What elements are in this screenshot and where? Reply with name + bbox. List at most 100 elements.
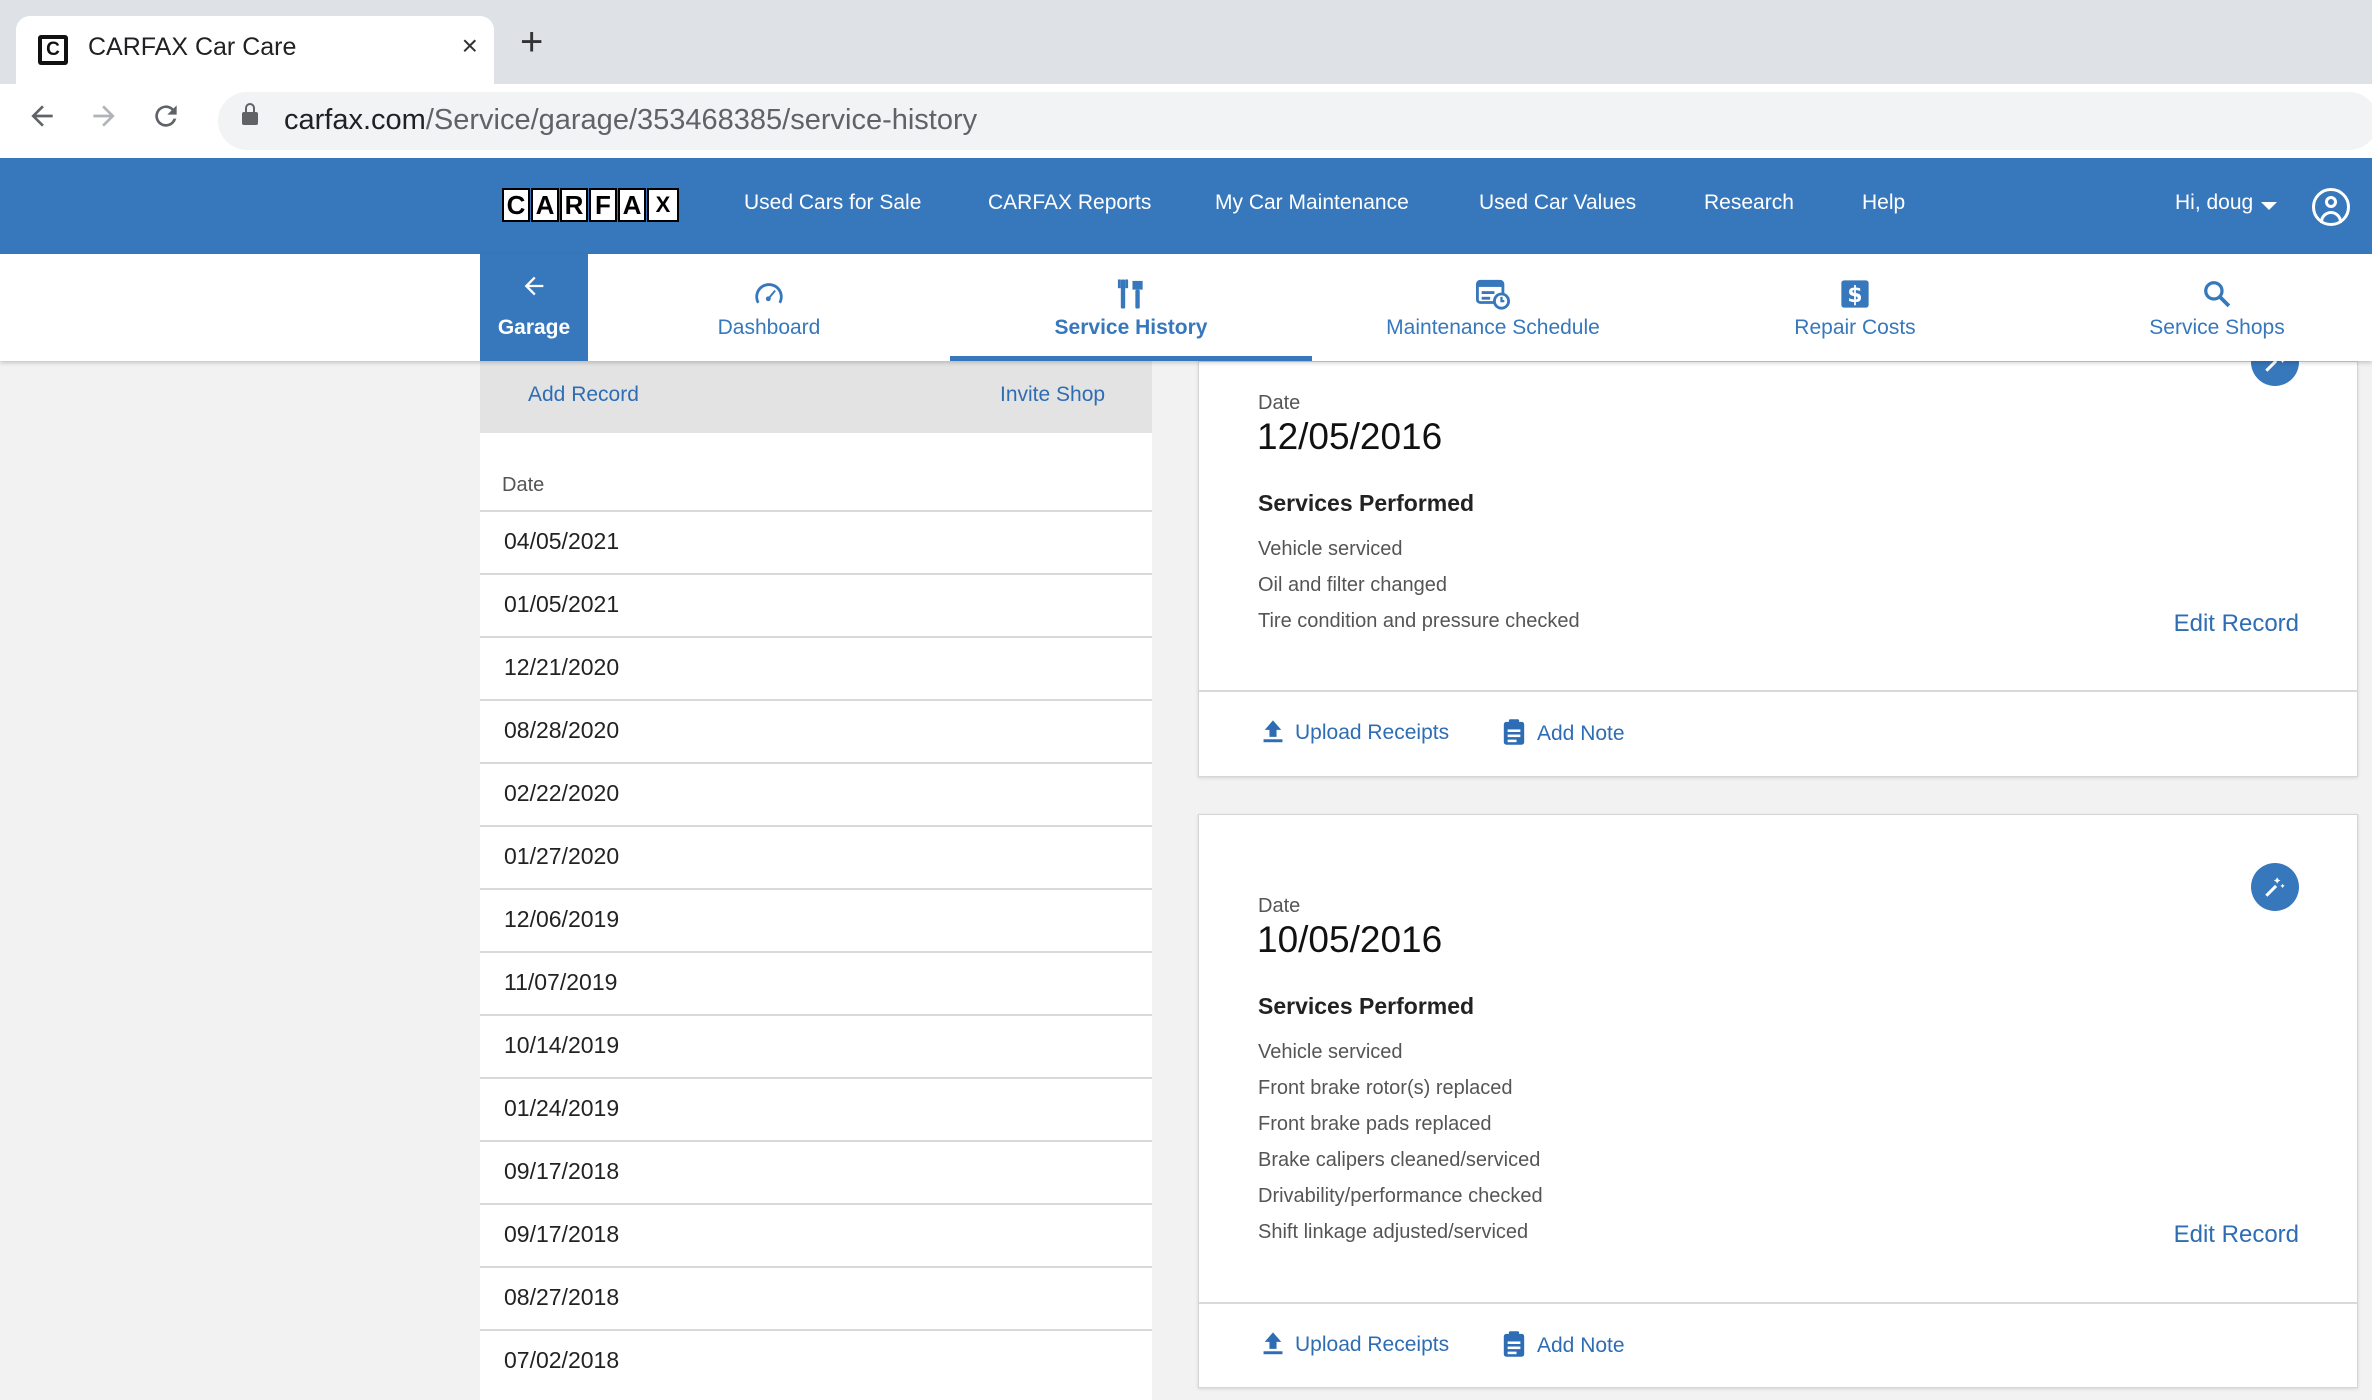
date-list-item[interactable]: 09/17/2018 <box>480 1203 1152 1266</box>
date-list-item-text: 04/05/2021 <box>504 528 620 554</box>
tab-title: CARFAX Car Care <box>88 33 297 61</box>
upload-icon <box>1263 1332 1283 1355</box>
new-tab-button[interactable]: + <box>520 22 543 62</box>
service-item: Front brake rotor(s) replaced <box>1258 1077 1513 1099</box>
services-performed-title: Services Performed <box>1258 490 1475 516</box>
date-label: Date <box>1258 392 1301 414</box>
tab-dashboard[interactable]: Dashboard <box>588 254 950 361</box>
service-item: Vehicle serviced <box>1258 1041 1403 1063</box>
clipboard-icon <box>1503 719 1525 745</box>
add-note-label: Add Note <box>1537 722 1625 745</box>
service-item: Oil and filter changed <box>1258 574 1448 596</box>
date-label: Date <box>1258 895 1301 917</box>
invite-shop-link[interactable]: Invite Shop <box>1000 383 1105 407</box>
tab-service-shops[interactable]: Service Shops <box>2036 254 2372 361</box>
dollar-icon: $ <box>1674 276 2036 312</box>
date-list-item-text: 01/24/2019 <box>504 1095 620 1121</box>
date-list-item[interactable]: 12/21/2020 <box>480 636 1152 699</box>
date-list-item[interactable]: 07/02/2018 <box>480 1329 1152 1392</box>
date-list-item[interactable]: 01/05/2021 <box>480 573 1152 636</box>
date-list-item[interactable]: 08/27/2018 <box>480 1266 1152 1329</box>
tab-maintenance-schedule-label: Maintenance Schedule <box>1386 316 1600 339</box>
tab-service-history-label: Service History <box>1054 316 1208 339</box>
date-list-item-text: 08/27/2018 <box>504 1284 620 1310</box>
lock-icon <box>242 103 258 125</box>
date-list-item[interactable]: 09/17/2018 <box>480 1140 1152 1203</box>
garage-label: Garage <box>497 316 571 339</box>
record-actions-bar: Add Record Invite Shop <box>480 361 1152 433</box>
edit-record-link[interactable]: Edit Record <box>2174 1221 2299 1249</box>
speedometer-icon <box>588 276 950 312</box>
date-list-item[interactable]: 04/05/2021 <box>480 510 1152 573</box>
tab-maintenance-schedule[interactable]: Maintenance Schedule <box>1312 254 1674 361</box>
back-icon[interactable] <box>26 100 58 140</box>
date-list-item-text: 09/17/2018 <box>504 1158 620 1184</box>
date-list-item[interactable]: 01/27/2020 <box>480 825 1152 888</box>
user-menu[interactable]: Hi, doug <box>2175 191 2253 215</box>
browser-toolbar: carfax.com/Service/garage/353468385/serv… <box>0 84 2372 158</box>
upload-receipts-button[interactable]: Upload Receipts <box>1261 718 1449 745</box>
reload-icon[interactable] <box>150 100 182 140</box>
date-list-item[interactable]: 02/22/2020 <box>480 762 1152 825</box>
record-date: 10/05/2016 <box>1257 919 1443 960</box>
date-list-item[interactable]: 10/14/2019 <box>480 1014 1152 1077</box>
service-record-list: Add Record Invite Shop Date 04/05/2021 01… <box>480 361 1152 1400</box>
nav-help[interactable]: Help <box>1862 191 1905 215</box>
service-item: Drivability/performance checked <box>1258 1185 1543 1207</box>
add-note-button[interactable]: Add Note <box>1501 718 1625 746</box>
date-list-item-text: 10/14/2019 <box>504 1032 620 1058</box>
card-divider <box>1199 1302 2357 1304</box>
tab-repair-costs-label: Repair Costs <box>1794 316 1916 339</box>
services-performed-title: Services Performed <box>1258 993 1475 1019</box>
record-date: 12/05/2016 <box>1257 416 1443 457</box>
service-item: Brake calipers cleaned/serviced <box>1258 1149 1541 1171</box>
chevron-down-icon[interactable] <box>2261 202 2277 210</box>
calendar-clock-icon <box>1312 276 1674 312</box>
date-list-item-text: 07/02/2018 <box>504 1347 620 1373</box>
arrow-left-icon <box>480 272 588 305</box>
forward-icon[interactable] <box>88 100 120 140</box>
garage-button[interactable]: Garage <box>480 254 588 361</box>
nav-my-car-maintenance[interactable]: My Car Maintenance <box>1215 191 1409 215</box>
url-text: carfax.com/Service/garage/353468385/serv… <box>284 104 978 136</box>
card-divider <box>1199 690 2357 692</box>
garage-subnav: Garage Dashboard Service History Mainten… <box>0 254 2372 361</box>
search-icon <box>2036 276 2372 312</box>
edit-record-link[interactable]: Edit Record <box>2174 610 2299 638</box>
date-list-item[interactable]: 12/06/2019 <box>480 888 1152 951</box>
date-list-item-text: 08/28/2020 <box>504 717 620 743</box>
service-item: Vehicle serviced <box>1258 538 1403 560</box>
site-header: CARFAX Used Cars for Sale CARFAX Reports… <box>0 158 2372 254</box>
date-list-item[interactable]: 11/07/2019 <box>480 951 1152 1014</box>
service-item: Tire condition and pressure checked <box>1258 610 1580 632</box>
add-note-label: Add Note <box>1537 1334 1625 1357</box>
account-icon[interactable] <box>2312 188 2350 226</box>
tab-service-history[interactable]: Service History <box>950 254 1312 361</box>
service-item: Front brake pads replaced <box>1258 1113 1492 1135</box>
upload-receipts-button[interactable]: Upload Receipts <box>1261 1330 1449 1357</box>
carfax-logo[interactable]: CARFAX <box>502 188 680 222</box>
tab-dashboard-label: Dashboard <box>717 316 821 339</box>
nav-used-cars[interactable]: Used Cars for Sale <box>744 191 921 215</box>
wrench-icon[interactable] <box>2251 863 2299 911</box>
add-note-button[interactable]: Add Note <box>1501 1330 1625 1358</box>
nav-research[interactable]: Research <box>1704 191 1794 215</box>
date-list-item-text: 09/17/2018 <box>504 1221 620 1247</box>
service-record-card: Date 12/05/2016 Services Performed Vehic… <box>1198 338 2358 777</box>
upload-receipts-label: Upload Receipts <box>1295 1333 1450 1356</box>
date-list-item[interactable]: 01/24/2019 <box>480 1077 1152 1140</box>
tab-repair-costs[interactable]: $ Repair Costs <box>1674 254 2036 361</box>
address-bar[interactable]: carfax.com/Service/garage/353468385/serv… <box>218 92 2372 150</box>
nav-carfax-reports[interactable]: CARFAX Reports <box>988 191 1151 215</box>
carfax-favicon-icon: C <box>38 35 68 65</box>
tools-icon <box>950 276 1312 312</box>
browser-tab[interactable]: C CARFAX Car Care × <box>16 16 494 84</box>
nav-used-car-values[interactable]: Used Car Values <box>1479 191 1636 215</box>
service-item: Shift linkage adjusted/serviced <box>1258 1221 1529 1243</box>
upload-receipts-label: Upload Receipts <box>1295 721 1450 744</box>
add-record-link[interactable]: Add Record <box>528 383 639 407</box>
date-rows: 04/05/2021 01/05/2021 12/21/2020 08/28/2020… <box>480 510 1152 1392</box>
date-list-item[interactable]: 08/28/2020 <box>480 699 1152 762</box>
tab-service-shops-label: Service Shops <box>2149 316 2285 339</box>
tab-close-button[interactable]: × <box>462 30 478 62</box>
